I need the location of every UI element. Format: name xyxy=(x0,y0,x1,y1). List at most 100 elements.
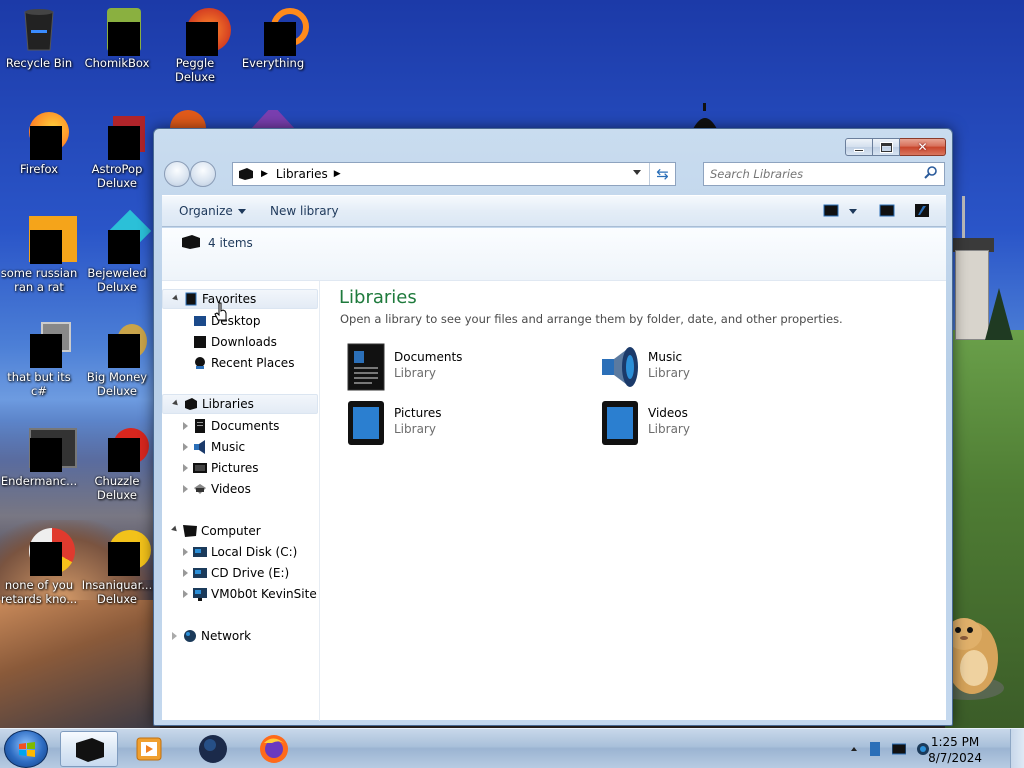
chomikbox-icon xyxy=(93,6,141,56)
windows-logo-icon xyxy=(19,742,35,757)
desktop-icon-bejeweled-deluxe[interactable]: Bejeweled Deluxe xyxy=(78,209,156,294)
back-button[interactable] xyxy=(164,161,190,187)
library-item-documents[interactable]: Documents Library xyxy=(346,343,576,395)
desktop-icon-russian-rat[interactable]: some russian ran a rat xyxy=(0,216,78,294)
nav-item-libraries[interactable]: Libraries xyxy=(162,394,318,414)
libraries-icon xyxy=(239,168,253,180)
organize-button[interactable]: Organize xyxy=(179,204,246,218)
nav-item-cd-drive[interactable]: CD Drive (E:) xyxy=(162,563,318,583)
expand-arrow-icon[interactable] xyxy=(172,399,180,408)
library-name: Documents xyxy=(394,350,463,364)
music-icon xyxy=(194,440,205,454)
nav-label: VM0b0t KevinSite xyxy=(211,587,317,601)
expand-arrow-icon[interactable] xyxy=(171,525,179,534)
preview-pane-icon[interactable] xyxy=(879,204,895,217)
nav-item-recent-places[interactable]: Recent Places xyxy=(162,353,318,373)
library-type: Library xyxy=(648,422,690,436)
desktop-icon-peggle-deluxe[interactable]: Peggle Deluxe xyxy=(156,6,234,84)
nav-item-documents[interactable]: Documents xyxy=(162,416,318,436)
expand-arrow-icon[interactable] xyxy=(172,294,180,303)
desktop-icon-label: that but its c# xyxy=(7,370,71,398)
view-options-dropdown-icon[interactable] xyxy=(848,204,858,217)
expand-arrow-icon[interactable] xyxy=(172,632,177,640)
search-icon[interactable] xyxy=(924,166,938,180)
maximize-button[interactable] xyxy=(873,138,900,156)
library-item-music[interactable]: Music Library xyxy=(600,343,830,395)
nav-item-desktop[interactable]: Desktop xyxy=(162,311,318,331)
expand-arrow-icon[interactable] xyxy=(183,569,188,577)
wallpaper-pole xyxy=(962,196,965,240)
expand-arrow-icon[interactable] xyxy=(183,548,188,556)
documents-icon xyxy=(195,419,205,433)
cd-drive-icon xyxy=(193,568,207,578)
downloads-icon xyxy=(194,336,206,348)
nav-item-pictures[interactable]: Pictures xyxy=(162,458,318,478)
nav-item-network-drive[interactable]: VM0b0t KevinSite xyxy=(162,584,318,604)
desktop-icon-label: Insaniquar... Deluxe xyxy=(81,578,153,606)
new-library-button[interactable]: New library xyxy=(270,204,339,218)
nav-label: CD Drive (E:) xyxy=(211,566,290,580)
bejeweled-icon xyxy=(93,209,152,264)
desktop-icon-endermanch[interactable]: Endermanc... xyxy=(0,424,78,488)
expand-arrow-icon[interactable] xyxy=(183,590,188,598)
desktop-icon-chomikbox[interactable]: ChomikBox xyxy=(78,6,156,70)
expand-arrow-icon[interactable] xyxy=(183,422,188,430)
desktop-icon-recycle-bin[interactable]: Recycle Bin xyxy=(0,6,78,70)
nav-label: Computer xyxy=(201,524,261,538)
media-player-icon xyxy=(136,737,162,761)
desktop-icon-none-of-you[interactable]: none of you retards kno... xyxy=(0,528,78,606)
desktop-icon-chuzzle-deluxe[interactable]: Chuzzle Deluxe xyxy=(78,424,156,502)
show-hidden-icons-icon[interactable] xyxy=(850,742,858,756)
desktop-icon-label: Chuzzle Deluxe xyxy=(94,474,140,502)
library-item-pictures[interactable]: Pictures Library xyxy=(346,399,576,451)
network-status-icon[interactable] xyxy=(892,742,906,756)
nav-item-favorites[interactable]: Favorites xyxy=(162,289,318,309)
search-box xyxy=(703,162,945,186)
desktop-icon-that-but-csharp[interactable]: that but its c# xyxy=(0,320,78,398)
wallpaper-shore xyxy=(0,600,160,728)
forward-button[interactable] xyxy=(190,161,216,187)
nav-item-music[interactable]: Music xyxy=(162,437,318,457)
taskbar-globe-app-button[interactable] xyxy=(184,731,242,767)
close-icon: ✕ xyxy=(917,140,928,154)
refresh-button[interactable]: ⇆ xyxy=(649,163,675,185)
action-center-icon[interactable] xyxy=(868,742,882,756)
start-button[interactable] xyxy=(4,730,48,768)
desktop-icon-big-money-deluxe[interactable]: Big Money Deluxe xyxy=(78,320,156,398)
search-input[interactable] xyxy=(710,164,910,184)
library-item-videos[interactable]: Videos Library xyxy=(600,399,830,451)
breadcrumb-libraries[interactable]: Libraries xyxy=(276,167,328,181)
clock[interactable]: 1:25 PM 8/7/2024 xyxy=(928,734,982,766)
nav-item-network[interactable]: Network xyxy=(162,626,318,646)
desktop-icon-insaniquarium-deluxe[interactable]: Insaniquar... Deluxe xyxy=(78,528,156,606)
chuzzle-icon xyxy=(93,424,149,472)
breadcrumb-chevron-icon[interactable]: ▶ xyxy=(334,169,341,179)
address-dropdown-icon[interactable] xyxy=(633,170,641,175)
videos-library-icon xyxy=(602,401,638,445)
help-icon[interactable] xyxy=(914,204,930,217)
mouse-cursor-icon xyxy=(214,302,227,321)
minimize-button[interactable] xyxy=(845,138,873,156)
address-bar[interactable]: ▶ Libraries ▶ ⇆ xyxy=(232,162,676,186)
nav-label: Videos xyxy=(211,482,251,496)
expand-arrow-icon[interactable] xyxy=(183,485,188,493)
expand-arrow-icon[interactable] xyxy=(183,443,188,451)
taskbar-explorer-button[interactable] xyxy=(60,731,118,767)
navigation-pane: Favorites Desktop Downloads Recent Place… xyxy=(162,281,320,721)
taskbar-firefox-button[interactable] xyxy=(245,731,303,767)
expand-arrow-icon[interactable] xyxy=(183,464,188,472)
desktop-icon-firefox[interactable]: Firefox xyxy=(0,112,78,176)
desktop-icon-astropop-deluxe[interactable]: AstroPop Deluxe xyxy=(78,112,156,190)
taskbar-media-player-button[interactable] xyxy=(120,731,178,767)
desktop-icon-everything[interactable]: Everything xyxy=(234,6,312,70)
library-name: Music xyxy=(648,350,683,364)
nav-item-videos[interactable]: Videos xyxy=(162,479,318,499)
nav-item-local-disk[interactable]: Local Disk (C:) xyxy=(162,542,318,562)
firefox-icon xyxy=(15,112,69,160)
change-view-icon[interactable] xyxy=(823,204,839,217)
show-desktop-button[interactable] xyxy=(1010,729,1024,768)
nav-item-downloads[interactable]: Downloads xyxy=(162,332,318,352)
nav-item-computer[interactable]: Computer xyxy=(162,521,318,541)
wallpaper-dome xyxy=(693,103,717,129)
close-button[interactable]: ✕ xyxy=(900,138,946,156)
